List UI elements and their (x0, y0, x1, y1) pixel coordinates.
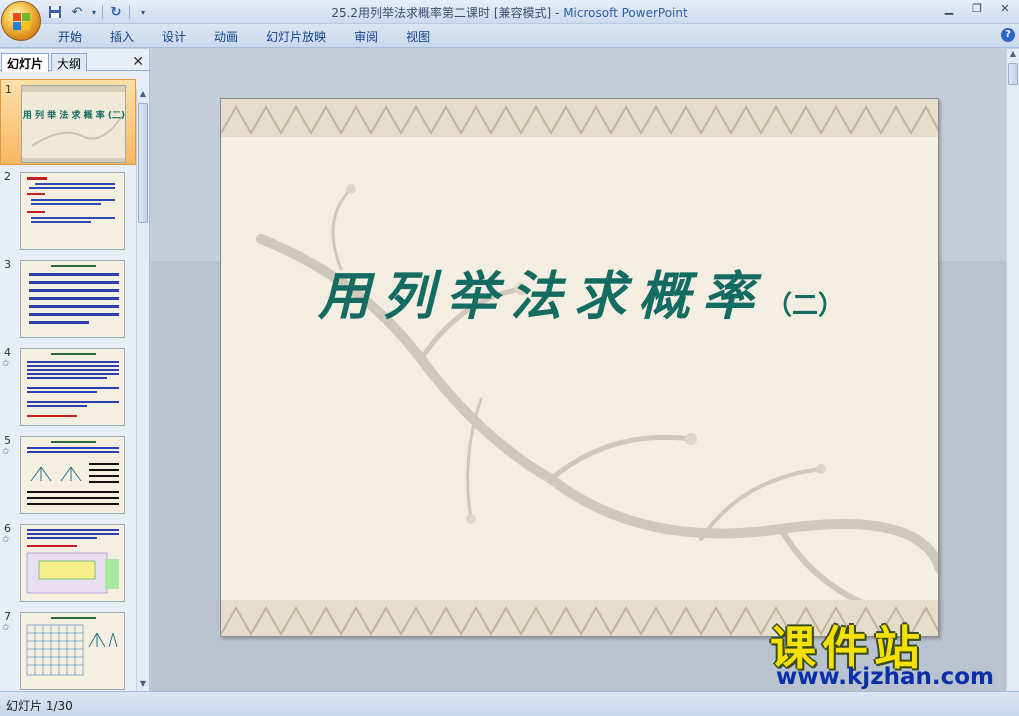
tab-review[interactable]: 审阅 (354, 28, 378, 45)
thumbnail-number: 1 (5, 83, 12, 96)
slide-thumbnail-5[interactable]: 5 ✩ (0, 431, 136, 517)
tab-slides[interactable]: 幻灯片 (1, 53, 50, 72)
ribbon-tab-bar: 开始 插入 设计 动画 幻灯片放映 审阅 视图 ? (0, 24, 1019, 48)
thumbnail-preview: 用 列 举 法 求 概 率 (二) (21, 85, 126, 163)
tab-design[interactable]: 设计 (162, 28, 186, 45)
scroll-up-icon[interactable]: ▲ (137, 89, 149, 101)
slide-thumbnail-3[interactable]: 3 (0, 255, 136, 341)
tab-view[interactable]: 视图 (406, 28, 430, 45)
restore-icon[interactable]: ❐ (967, 2, 987, 18)
slide-thumbnail-7[interactable]: 7 ✩ (0, 607, 136, 691)
animation-star-icon: ✩ (2, 535, 10, 545)
watermark-url: www.kjzhan.com (776, 664, 994, 690)
powerpoint-window: ↶ ▾ ↻ ▾ 25.2用列举法求概率第二课时 [兼容模式] - Microso… (0, 0, 1019, 716)
scroll-up-icon[interactable]: ▲ (1007, 49, 1019, 61)
thumbnail-preview (20, 172, 125, 250)
thumbnail-preview (20, 260, 125, 338)
slide-scrollbar[interactable]: ▲ (1006, 49, 1019, 691)
slide-thumbnail-2[interactable]: 2 (0, 167, 136, 253)
tab-insert[interactable]: 插入 (110, 28, 134, 45)
tab-outline[interactable]: 大纲 (51, 53, 88, 71)
slide-title[interactable]: 用列举法求概率（二） (281, 254, 881, 329)
pane-tabs: 幻灯片 大纲 ✕ (0, 51, 150, 72)
slide-title-main: 用列举法求概率 (317, 266, 766, 327)
animation-star-icon: ✩ (2, 447, 10, 457)
scroll-thumb[interactable] (1008, 63, 1018, 85)
title-separator: - (551, 6, 564, 20)
window-title: 25.2用列举法求概率第二课时 [兼容模式] - Microsoft Power… (0, 4, 1019, 21)
tab-animations[interactable]: 动画 (214, 28, 238, 45)
thumbnail-scrollbar[interactable]: ▲ ▼ (136, 89, 149, 691)
slide-edit-area: 用列举法求概率（二） (151, 49, 1006, 691)
title-bar: ↶ ▾ ↻ ▾ 25.2用列举法求概率第二课时 [兼容模式] - Microso… (0, 0, 1019, 24)
close-icon[interactable]: ✕ (995, 2, 1015, 18)
thumbnail-number: 7 (4, 610, 11, 623)
minimize-icon[interactable]: ▁ (939, 2, 959, 18)
slides-pane: 幻灯片 大纲 ✕ 1 用 列 举 法 求 概 率 (二) 2 3 4 ✩ 5 ✩… (0, 49, 150, 691)
thumbnail-preview (20, 348, 125, 426)
slide-counter: 幻灯片 1/30 (6, 699, 73, 713)
slide-background-art (221, 99, 938, 636)
thumbnail-number: 3 (4, 258, 11, 271)
thumbnail-preview (20, 612, 125, 690)
thumbnail-number: 5 (4, 434, 11, 447)
scroll-thumb[interactable] (138, 103, 148, 223)
office-button[interactable] (1, 1, 41, 41)
ribbon-tabs: 开始 插入 设计 动画 幻灯片放映 审阅 视图 (58, 28, 458, 45)
current-slide[interactable]: 用列举法求概率（二） (220, 98, 939, 637)
office-logo-icon (13, 13, 31, 31)
slide-thumbnail-1[interactable]: 1 用 列 举 法 求 概 率 (二) (0, 79, 136, 165)
help-icon[interactable]: ? (1001, 28, 1015, 42)
window-controls: ▁ ❐ ✕ (939, 2, 1015, 18)
document-name: 25.2用列举法求概率第二课时 [兼容模式] (331, 6, 552, 20)
slide-title-sub: （二） (766, 291, 845, 321)
svg-text:用 列 举 法 求 概 率 (二): 用 列 举 法 求 概 率 (二) (22, 109, 125, 121)
app-name: Microsoft PowerPoint (563, 6, 688, 20)
tab-home[interactable]: 开始 (58, 28, 82, 45)
slide-thumbnail-4[interactable]: 4 ✩ (0, 343, 136, 429)
watermark-logo: 课件站 www.kjzhan.com (770, 612, 1010, 692)
scroll-down-icon[interactable]: ▼ (137, 679, 149, 691)
thumbnail-preview (20, 436, 125, 514)
animation-star-icon: ✩ (2, 359, 10, 369)
animation-star-icon: ✩ (2, 623, 10, 633)
slide-thumbnail-6[interactable]: 6 ✩ (0, 519, 136, 605)
thumbnail-preview (20, 524, 125, 602)
thumbnail-number: 2 (4, 170, 11, 183)
pane-close-icon[interactable]: ✕ (132, 54, 144, 70)
thumbnail-number: 4 (4, 346, 11, 359)
thumbnail-number: 6 (4, 522, 11, 535)
thumbnail-list: 1 用 列 举 法 求 概 率 (二) 2 3 4 ✩ 5 ✩ 6 ✩ 7 ✩ (0, 75, 136, 691)
status-bar: 幻灯片 1/30 (0, 691, 1019, 716)
tab-slideshow[interactable]: 幻灯片放映 (266, 28, 326, 45)
